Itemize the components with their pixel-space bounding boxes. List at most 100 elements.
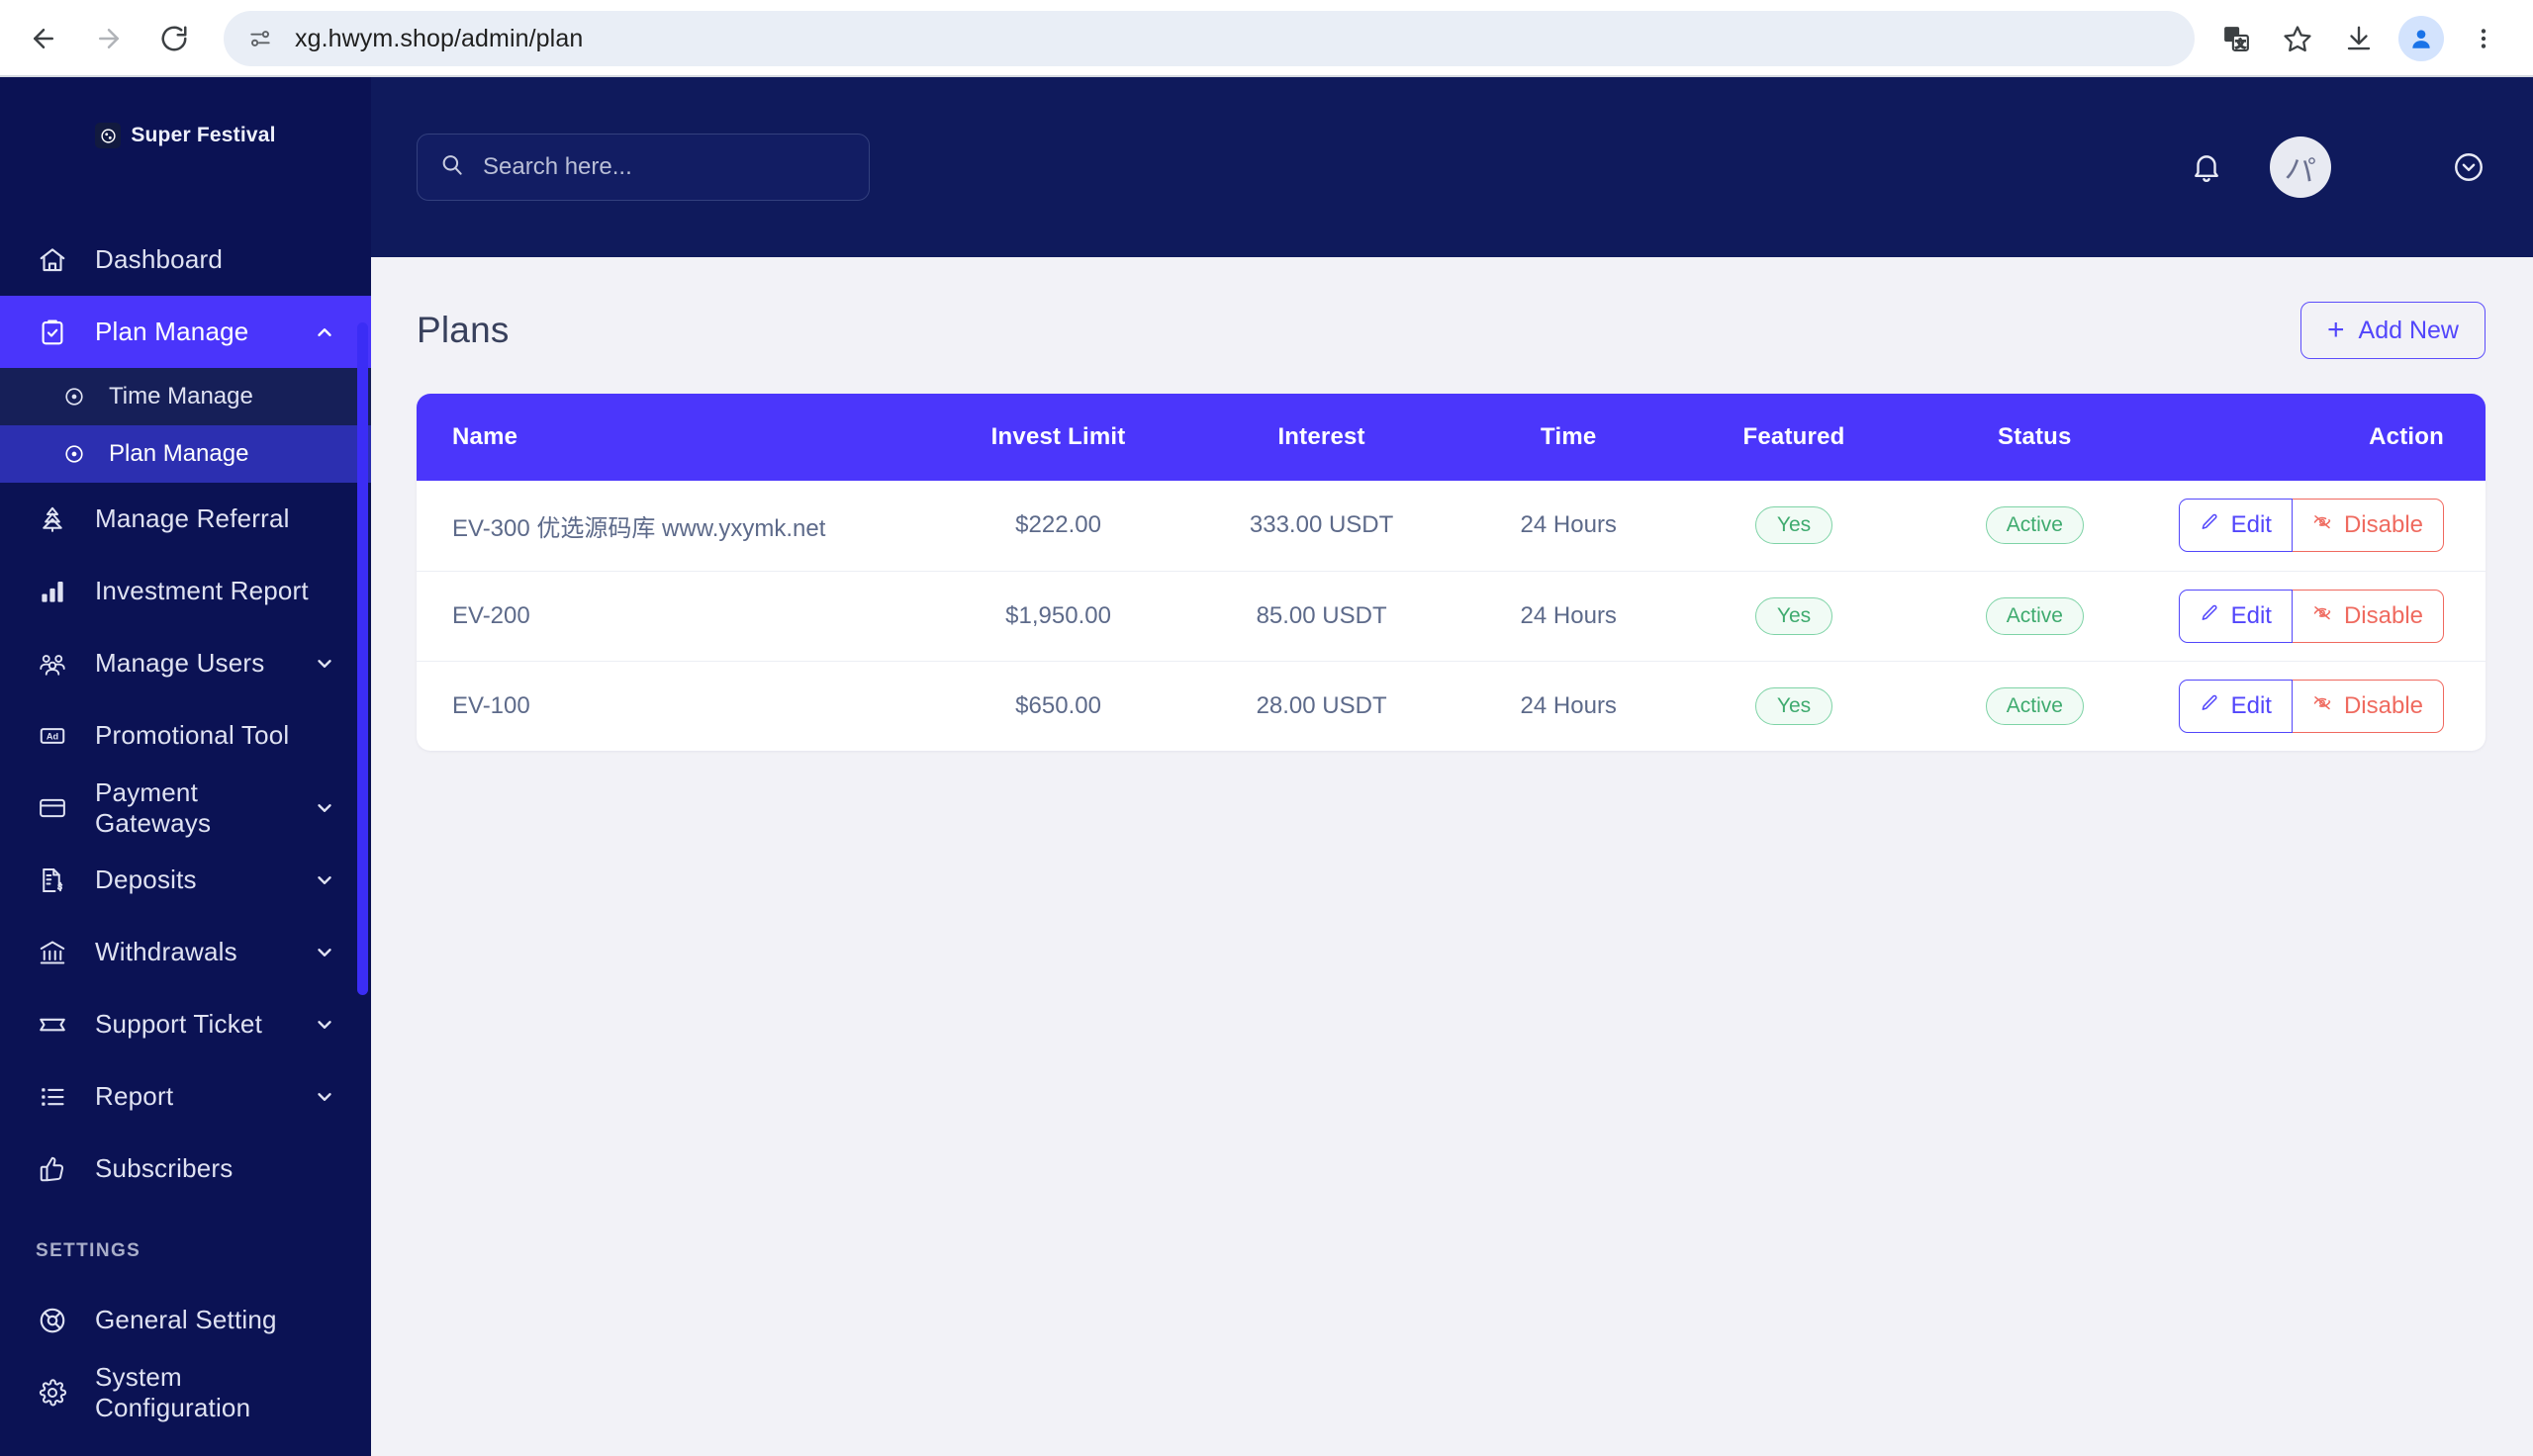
edit-label: Edit	[2230, 511, 2272, 539]
column-header-name: Name	[452, 423, 518, 450]
status-badge: Active	[1985, 596, 2084, 635]
sidebar-item-payment-gateways[interactable]: Payment Gateways	[0, 772, 371, 844]
notification-bell-icon[interactable]	[2181, 141, 2232, 193]
featured-badge: Yes	[1755, 596, 1832, 635]
cell-time: 24 Hours	[1454, 481, 1683, 572]
column-header-featured: Featured	[1742, 423, 1845, 450]
sidebar-item-withdrawals[interactable]: Withdrawals	[0, 916, 371, 988]
sidebar-item-label: Payment Gateways	[95, 776, 212, 838]
sidebar-item-label: Dashboard	[95, 244, 223, 274]
sidebar-item-label: Investment Report	[95, 576, 309, 605]
account-menu-chevron-down-icon[interactable]	[2452, 150, 2486, 184]
sidebar-subitem-time-manage[interactable]: Time Manage	[0, 368, 371, 425]
bookmark-star-icon[interactable]	[2270, 11, 2325, 66]
cell-featured: Yes	[1682, 481, 1906, 572]
sidebar: Super Festival Dashboard Plan Manage Tim…	[0, 77, 371, 1456]
reload-button[interactable]	[146, 11, 202, 66]
profile-avatar-icon[interactable]	[2398, 16, 2444, 61]
disable-button[interactable]: Disable	[2292, 679, 2444, 733]
status-badge: Active	[1985, 506, 2084, 545]
sidebar-item-label: General Setting	[95, 1305, 277, 1334]
circle-dot-icon	[61, 384, 87, 410]
edit-button[interactable]: Edit	[2178, 679, 2293, 733]
sidebar-item-manage-users[interactable]: Manage Users	[0, 627, 371, 699]
sidebar-item-report[interactable]: Report	[0, 1060, 371, 1133]
chevron-down-icon[interactable]	[312, 795, 337, 821]
sidebar-nav: Dashboard Plan Manage Time Manage Plan M…	[0, 194, 371, 1428]
sidebar-item-label: Support Ticket	[95, 1009, 262, 1039]
sidebar-item-subscribers[interactable]: Subscribers	[0, 1133, 371, 1205]
edit-button[interactable]: Edit	[2178, 589, 2293, 643]
sidebar-item-label: Manage Users	[95, 648, 265, 678]
sidebar-item-label: Subscribers	[95, 1153, 234, 1183]
disable-button[interactable]: Disable	[2292, 499, 2444, 553]
back-button[interactable]	[16, 11, 71, 66]
browser-actions: G文	[2208, 11, 2533, 66]
download-icon[interactable]	[2331, 11, 2387, 66]
url-text: xg.hwym.shop/admin/plan	[295, 24, 584, 52]
sidebar-item-promotional-tool[interactable]: Ad Promotional Tool	[0, 699, 371, 772]
chevron-down-icon[interactable]	[312, 867, 337, 893]
sidebar-item-investment-report[interactable]: Investment Report	[0, 555, 371, 627]
eye-slash-icon	[2312, 692, 2332, 720]
sidebar-item-label: System Configuration	[95, 1361, 251, 1422]
page-title: Plans	[417, 310, 510, 350]
address-bar[interactable]: xg.hwym.shop/admin/plan	[224, 11, 2195, 66]
sidebar-item-deposits[interactable]: Deposits	[0, 844, 371, 916]
chevron-down-icon[interactable]	[312, 1012, 337, 1038]
chevron-down-icon[interactable]	[312, 1084, 337, 1110]
sidebar-item-system-configuration[interactable]: System Configuration	[0, 1356, 371, 1428]
logo-text: Super Festival	[131, 124, 276, 146]
cell-name: EV-300 优选源码库 www.yxymk.net	[417, 481, 928, 572]
chevron-down-icon[interactable]	[312, 651, 337, 677]
featured-badge: Yes	[1755, 506, 1832, 545]
sidebar-item-label: Manage Referral	[95, 503, 290, 533]
site-info-icon[interactable]	[243, 22, 277, 55]
search-input[interactable]: Search here...	[417, 134, 870, 201]
sidebar-item-support-ticket[interactable]: Support Ticket	[0, 988, 371, 1060]
sidebar-item-label: Promotional Tool	[95, 720, 290, 750]
column-header-status: Status	[1998, 423, 2072, 450]
sidebar-item-plan-manage[interactable]: Plan Manage	[0, 296, 371, 368]
chevron-up-icon[interactable]	[312, 319, 337, 345]
document-dollar-icon	[36, 864, 69, 897]
cell-invest-limit: $1,950.00	[927, 571, 1189, 662]
add-new-button[interactable]: + Add New	[2300, 302, 2486, 359]
sidebar-item-label: Report	[95, 1081, 174, 1111]
browser-menu-icon[interactable]	[2456, 11, 2511, 66]
translate-icon[interactable]: G文	[2208, 11, 2264, 66]
sidebar-scrollbar[interactable]	[357, 322, 368, 995]
browser-nav-group	[0, 11, 202, 66]
avatar-glyph: パ	[2283, 152, 2317, 189]
sidebar-item-label: Plan Manage	[95, 317, 249, 346]
table-head: Name Invest Limit Interest Time Featured…	[417, 394, 2486, 481]
disable-label: Disable	[2343, 511, 2423, 539]
search-placeholder: Search here...	[483, 153, 632, 180]
clipboard-check-icon	[36, 316, 69, 349]
sidebar-subitem-plan-manage[interactable]: Plan Manage	[0, 425, 371, 483]
sidebar-logo[interactable]: Super Festival	[0, 77, 371, 194]
cell-action: Edit Disable	[2164, 571, 2486, 662]
add-new-label: Add New	[2358, 316, 2459, 344]
plans-table-card: Name Invest Limit Interest Time Featured…	[417, 394, 2486, 751]
forward-button[interactable]	[81, 11, 137, 66]
disable-button[interactable]: Disable	[2292, 589, 2444, 643]
plus-icon: +	[2327, 314, 2345, 346]
gear-icon	[36, 1376, 69, 1410]
table-body: EV-300 优选源码库 www.yxymk.net $222.00 333.0…	[417, 481, 2486, 751]
edit-button[interactable]: Edit	[2178, 499, 2293, 553]
sidebar-item-dashboard[interactable]: Dashboard	[0, 224, 371, 296]
topbar-actions: パ	[2181, 136, 2486, 198]
circle-dot-icon	[61, 441, 87, 467]
table-row: EV-100 $650.00 28.00 USDT 24 Hours Yes A…	[417, 661, 2486, 751]
globe-icon	[95, 123, 122, 148]
sidebar-item-general-setting[interactable]: General Setting	[0, 1284, 371, 1356]
table-row: EV-300 优选源码库 www.yxymk.net $222.00 333.0…	[417, 481, 2486, 572]
avatar[interactable]: パ	[2270, 136, 2331, 198]
chevron-down-icon[interactable]	[312, 940, 337, 965]
eye-slash-icon	[2312, 602, 2332, 630]
ticket-icon	[36, 1008, 69, 1042]
cell-status: Active	[1905, 661, 2165, 751]
sidebar-item-manage-referral[interactable]: Manage Referral	[0, 483, 371, 555]
cell-invest-limit: $222.00	[927, 481, 1189, 572]
